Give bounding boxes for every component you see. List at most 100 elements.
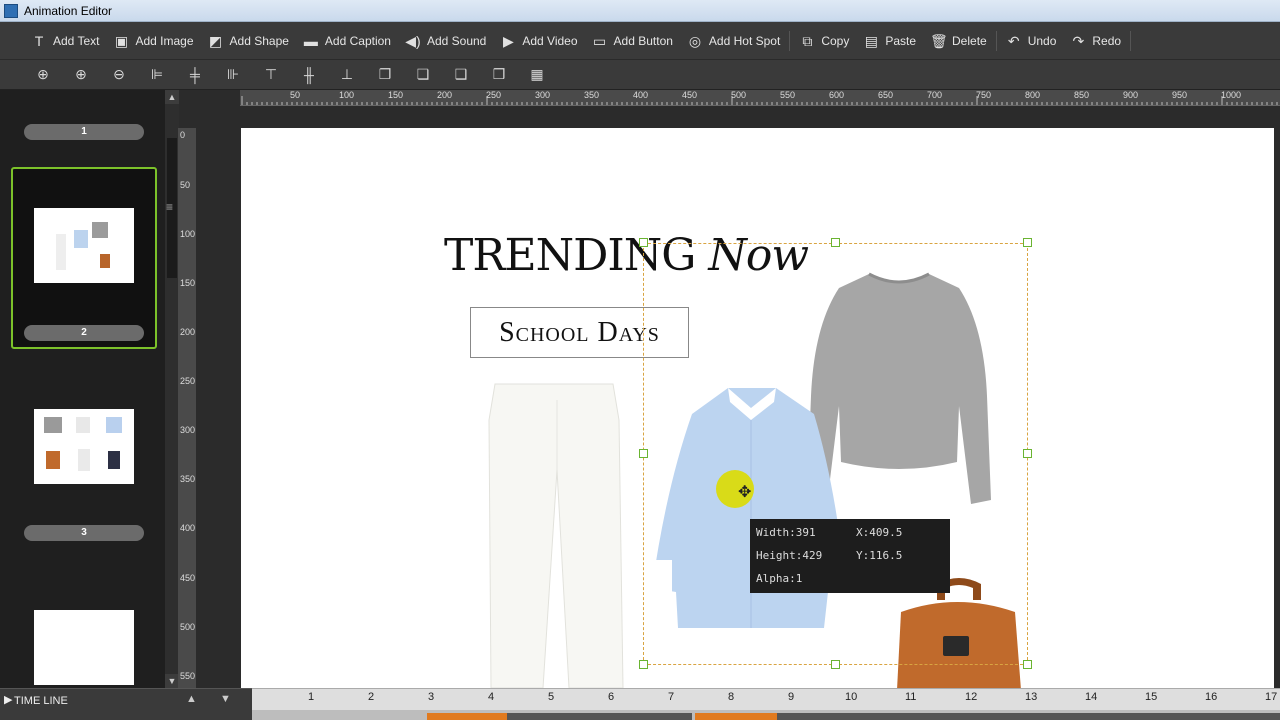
- ruler-label: 300: [535, 90, 551, 100]
- ruler-label: 700: [927, 90, 943, 100]
- thumb-item: [44, 417, 62, 433]
- copy-button[interactable]: ⧉ Copy: [792, 27, 856, 55]
- ruler-label: 100: [339, 90, 355, 100]
- align-middle-icon[interactable]: ╫: [290, 63, 328, 87]
- resize-handle[interactable]: [1023, 238, 1032, 247]
- resize-handle[interactable]: [1023, 660, 1032, 669]
- text-icon: T: [34, 32, 44, 49]
- slide-number-3[interactable]: 3: [24, 525, 144, 541]
- video-icon: ▶: [502, 32, 514, 49]
- timeline-frame-number: 7: [668, 691, 675, 703]
- paste-icon: ▤: [864, 32, 878, 49]
- bring-forward-icon[interactable]: ❏: [404, 63, 442, 87]
- image-icon: ▣: [114, 32, 129, 49]
- ruler-label: 200: [180, 327, 196, 337]
- sound-icon: ◀): [405, 32, 421, 49]
- add-hot-spot-button[interactable]: ◎ Add Hot Spot: [680, 27, 787, 55]
- add-sound-button[interactable]: ◀) Add Sound: [398, 27, 493, 55]
- slide-number-2[interactable]: 2: [24, 325, 144, 341]
- ruler-label: 300: [180, 425, 196, 435]
- add-text-button[interactable]: T Add Text: [24, 27, 106, 55]
- pants-image[interactable]: [473, 380, 643, 688]
- undo-button[interactable]: ↶ Undo: [999, 27, 1064, 55]
- slide-thumbnail-4[interactable]: [34, 610, 134, 685]
- vertical-ruler: 0 50 100 150 200 250 300 350 400 450 500…: [178, 128, 196, 688]
- send-to-back-icon[interactable]: ❒: [480, 63, 518, 87]
- ruler-label: 600: [829, 90, 845, 100]
- resize-handle[interactable]: [639, 449, 648, 458]
- ruler-label: 550: [780, 90, 796, 100]
- timeline-segment[interactable]: [427, 713, 507, 720]
- add-image-button[interactable]: ▣ Add Image: [106, 27, 200, 55]
- ruler-label: 400: [180, 523, 196, 533]
- scroll-up-icon[interactable]: ▲: [165, 90, 179, 104]
- timeline-header: ▶ TIME LINE ▲ ▼: [0, 688, 252, 720]
- slide-panel-scrollbar[interactable]: ▲ ▼: [165, 90, 179, 688]
- horizontal-ruler: 50 100 150 200 250 300 350 400 450 500 5…: [240, 90, 1280, 106]
- timeline-track[interactable]: [252, 710, 1280, 720]
- send-backward-icon[interactable]: ❑: [442, 63, 480, 87]
- timeline-segment[interactable]: [695, 713, 777, 720]
- align-left-icon[interactable]: ⊫: [138, 63, 176, 87]
- thumb-pants: [56, 234, 66, 270]
- resize-handle[interactable]: [639, 660, 648, 669]
- resize-handle[interactable]: [1023, 449, 1032, 458]
- timeline-up-icon[interactable]: ▲: [186, 693, 197, 705]
- timeline-frame-number: 12: [965, 691, 978, 703]
- slide-number-1[interactable]: 1: [24, 124, 144, 140]
- timeline-frame-number: 14: [1085, 691, 1098, 703]
- undo-icon: ↶: [1007, 32, 1020, 49]
- grid-icon[interactable]: ▦: [518, 63, 556, 87]
- timeline-ruler[interactable]: 1 2 3 4 5 6 7 8 9 10 11 12 13 14 15 16 1…: [252, 688, 1280, 710]
- toolbar-divider: [995, 30, 997, 51]
- add-caption-button[interactable]: ▬ Add Caption: [296, 27, 398, 55]
- align-center-icon[interactable]: ╪: [176, 63, 214, 87]
- ruler-label: 250: [486, 90, 502, 100]
- slide-panel: 1 2 3: [0, 90, 165, 688]
- ruler-label: 450: [682, 90, 698, 100]
- slide-thumbnail-3[interactable]: [34, 409, 134, 484]
- resize-handle[interactable]: [831, 238, 840, 247]
- slide-stage[interactable]: TRENDING Now School Days ✥ Width:391 X:4…: [241, 128, 1274, 688]
- timeline-segment[interactable]: [777, 713, 1280, 720]
- thumb-bag: [100, 254, 110, 268]
- align-right-icon[interactable]: ⊪: [214, 63, 252, 87]
- timeline-down-icon[interactable]: ▼: [220, 693, 231, 705]
- paste-button[interactable]: ▤ Paste: [856, 27, 923, 55]
- y-readout: Y:116.5: [856, 549, 903, 562]
- align-top-icon[interactable]: ⊤: [252, 63, 290, 87]
- ruler-label: 150: [388, 90, 404, 100]
- timeline-segment[interactable]: [507, 713, 692, 720]
- add-button-button[interactable]: ▭ Add Button: [585, 27, 680, 55]
- ruler-label: 200: [437, 90, 453, 100]
- redo-button[interactable]: ↷ Redo: [1063, 27, 1128, 55]
- ruler-label: 0: [180, 130, 186, 140]
- timeline-frame-number: 9: [788, 691, 795, 703]
- panel-resize-grip-icon[interactable]: ≡: [166, 200, 173, 214]
- timeline-frame-number: 6: [608, 691, 615, 703]
- zoom-in-icon[interactable]: ⊕: [62, 63, 100, 87]
- resize-handle[interactable]: [639, 238, 648, 247]
- selection-box[interactable]: [643, 243, 1028, 665]
- scroll-down-icon[interactable]: ▼: [165, 674, 179, 688]
- resize-handle[interactable]: [831, 660, 840, 669]
- thumb-sweater: [92, 222, 108, 238]
- delete-button[interactable]: 🗑 Delete: [923, 27, 994, 55]
- thumb-item: [78, 449, 90, 471]
- zoom-out-icon[interactable]: ⊖: [100, 63, 138, 87]
- bring-to-front-icon[interactable]: ❐: [366, 63, 404, 87]
- align-bottom-icon[interactable]: ⊥: [328, 63, 366, 87]
- add-video-button[interactable]: ▶ Add Video: [493, 27, 584, 55]
- timeline-frame-number: 1: [308, 691, 315, 703]
- timeline-frame-number: 13: [1025, 691, 1038, 703]
- zoom-in-icon[interactable]: ⊕: [24, 63, 62, 87]
- main-toolbar: T Add Text ▣ Add Image ◩ Add Shape ▬ Add Cap…: [0, 22, 1280, 60]
- slide-thumbnail-2[interactable]: [34, 208, 134, 283]
- ruler-label: 250: [180, 376, 196, 386]
- expand-arrow-icon[interactable]: ▶: [4, 693, 12, 706]
- ruler-label: 550: [180, 671, 196, 681]
- timeline-label[interactable]: TIME LINE: [14, 695, 68, 707]
- add-shape-button[interactable]: ◩ Add Shape: [201, 27, 296, 55]
- timeline-frame-number: 5: [548, 691, 555, 703]
- thumb-item: [106, 417, 122, 433]
